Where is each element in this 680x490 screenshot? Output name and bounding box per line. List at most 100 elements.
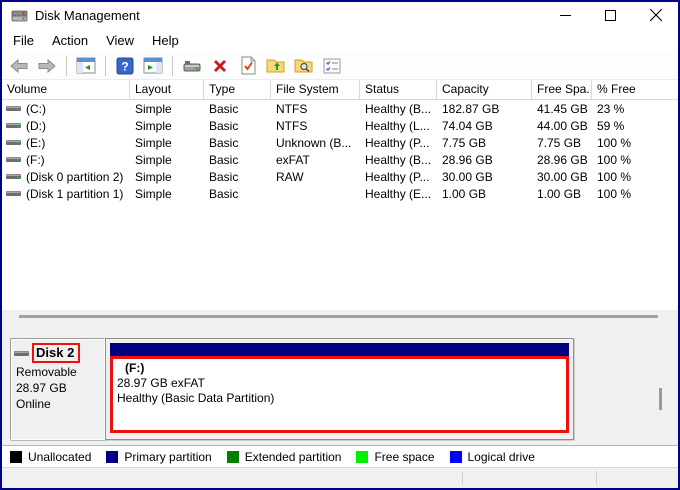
column-header-volume[interactable]: Volume	[2, 80, 130, 100]
status-bar-divider	[596, 471, 597, 485]
disk-management-window: Disk Management File Action View Help ? …	[0, 0, 680, 490]
logical-drive-swatch	[449, 450, 462, 463]
properties-button[interactable]	[320, 54, 344, 78]
legend-item-unallocated: Unallocated	[10, 450, 91, 464]
volume-icon	[6, 157, 21, 162]
column-header-pct-free[interactable]: % Free	[592, 80, 678, 100]
cell-capacity: 28.96 GB	[442, 152, 493, 167]
partition-health: Healthy (Basic Data Partition)	[117, 391, 275, 405]
forward-icon	[38, 58, 56, 73]
disk-graphical-pane: Disk 2 Removable 28.97 GB Online (F:) 28…	[2, 332, 678, 445]
legend-item-primary-partition: Primary partition	[106, 450, 212, 464]
pane-splitter[interactable]	[2, 310, 678, 332]
legend-item-logical-drive: Logical drive	[449, 449, 535, 464]
table-row[interactable]: (E:) Simple Basic Unknown (B... Healthy …	[2, 134, 678, 151]
delete-volume-button[interactable]	[208, 54, 232, 78]
free-space-swatch	[356, 450, 369, 463]
cell-status: Healthy (L...	[365, 118, 430, 133]
cell-pct: 100 %	[597, 135, 632, 150]
cell-layout: Simple	[135, 169, 172, 184]
cell-layout: Simple	[135, 118, 172, 133]
column-header-layout[interactable]: Layout	[130, 80, 204, 100]
cell-free: 7.75 GB	[537, 135, 582, 150]
legend-label: Extended partition	[244, 449, 342, 464]
cell-pct: 100 %	[597, 152, 632, 167]
table-row[interactable]: (F:) Simple Basic exFAT Healthy (B... 28…	[2, 151, 678, 168]
cell-status: Healthy (E...	[365, 186, 432, 201]
cell-layout: Simple	[135, 152, 172, 167]
cell-layout: Simple	[135, 135, 172, 150]
cell-fs: Unknown (B...	[276, 135, 352, 150]
back-icon	[10, 58, 28, 73]
cell-type: Basic	[209, 169, 239, 184]
cell-volume: (C:)	[26, 101, 46, 116]
cell-pct: 23 %	[597, 101, 625, 116]
table-row[interactable]: (D:) Simple Basic NTFS Healthy (L... 74.…	[2, 117, 678, 134]
folder-up-icon	[266, 59, 285, 73]
menu-help[interactable]: Help	[143, 30, 188, 51]
window-controls	[543, 2, 678, 28]
folder-search-icon	[294, 59, 313, 73]
annotation-box-disk2: Disk 2	[32, 343, 81, 363]
volume-icon	[6, 123, 21, 128]
check-document-icon	[241, 56, 256, 75]
mark-partition-button[interactable]	[236, 54, 260, 78]
explore-button[interactable]	[292, 54, 316, 78]
forward-button[interactable]	[35, 54, 59, 78]
help-icon: ?	[116, 57, 134, 74]
open-button[interactable]	[264, 54, 288, 78]
close-button[interactable]	[633, 2, 678, 28]
cell-free: 28.96 GB	[537, 152, 588, 167]
partition-volume-letter: (F:)	[125, 361, 145, 375]
partition-size-fs: 28.97 GB exFAT	[117, 376, 205, 390]
action-pane-button[interactable]	[141, 54, 165, 78]
disk-2-header[interactable]: Disk 2 Removable 28.97 GB Online	[10, 338, 105, 440]
cell-pct: 100 %	[597, 169, 632, 184]
cell-volume: (E:)	[26, 135, 46, 150]
list-header: Volume Layout Type File System Status Ca…	[2, 80, 678, 100]
volume-icon	[6, 140, 21, 145]
help-button[interactable]: ?	[113, 54, 137, 78]
legend-label: Unallocated	[28, 449, 92, 464]
vertical-scrollbar[interactable]	[659, 388, 662, 410]
cell-fs: exFAT	[276, 152, 310, 167]
column-header-file-system[interactable]: File System	[271, 80, 360, 100]
table-row[interactable]: (Disk 1 partition 1) Simple Basic Health…	[2, 185, 678, 202]
back-button[interactable]	[7, 54, 31, 78]
cell-status: Healthy (B...	[365, 101, 432, 116]
disk-device-button[interactable]	[180, 54, 204, 78]
delete-icon	[214, 59, 226, 72]
disk-name: Disk 2	[36, 345, 75, 360]
extended-partition-swatch	[226, 450, 239, 463]
partition-block-f[interactable]: (F:) 28.97 GB exFAT Healthy (Basic Data …	[105, 338, 574, 440]
disk-device-icon	[183, 60, 201, 71]
menu-file[interactable]: File	[4, 30, 43, 51]
column-header-status[interactable]: Status	[360, 80, 437, 100]
cell-free: 1.00 GB	[537, 186, 582, 201]
menu-view[interactable]: View	[97, 30, 143, 51]
legend-bar: Unallocated Primary partition Extended p…	[2, 445, 678, 467]
disk-state: Online	[16, 397, 51, 411]
cell-volume: (D:)	[26, 118, 46, 133]
column-header-capacity[interactable]: Capacity	[437, 80, 532, 100]
cell-volume: (Disk 0 partition 2)	[26, 169, 124, 184]
minimize-button[interactable]	[543, 2, 588, 28]
primary-partition-bar	[110, 343, 569, 356]
annotation-box-partition[interactable]: (F:) 28.97 GB exFAT Healthy (Basic Data …	[110, 356, 569, 433]
table-row[interactable]: (Disk 0 partition 2) Simple Basic RAW He…	[2, 168, 678, 185]
cell-fs: NTFS	[276, 101, 308, 116]
splitter-handle[interactable]	[19, 315, 658, 318]
volume-icon	[6, 191, 21, 196]
column-header-type[interactable]: Type	[204, 80, 271, 100]
cell-free: 41.45 GB	[537, 101, 588, 116]
maximize-button[interactable]	[588, 2, 633, 28]
console-tree-button[interactable]	[74, 54, 98, 78]
table-row[interactable]: (C:) Simple Basic NTFS Healthy (B... 182…	[2, 100, 678, 117]
legend-label: Logical drive	[467, 449, 535, 464]
menu-bar: File Action View Help	[2, 28, 678, 52]
window-title: Disk Management	[35, 7, 140, 23]
column-header-free-space[interactable]: Free Spa...	[532, 80, 592, 100]
cell-type: Basic	[209, 152, 239, 167]
cell-pct: 59 %	[597, 118, 625, 133]
menu-action[interactable]: Action	[43, 30, 97, 51]
